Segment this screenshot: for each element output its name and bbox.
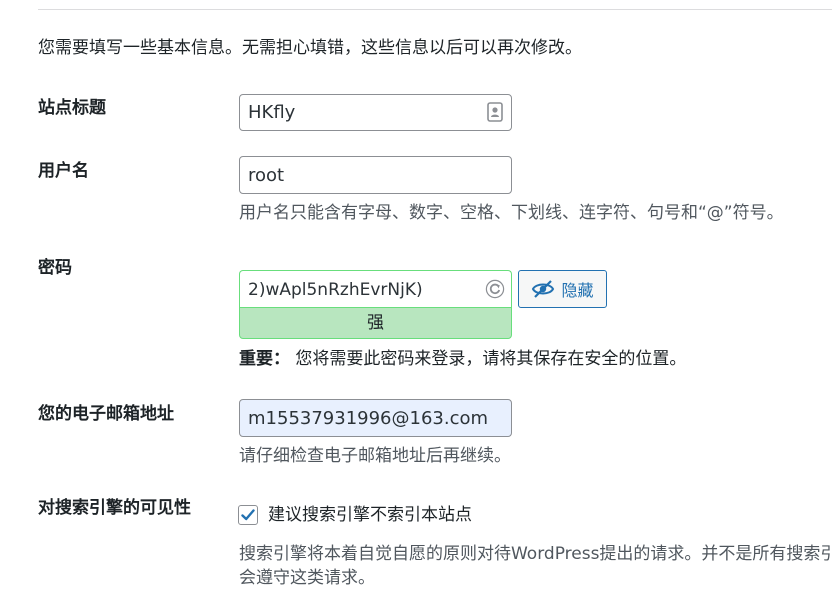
search-visibility-checkbox[interactable] [238,505,258,525]
username-input[interactable] [239,156,512,194]
email-label: 您的电子邮箱地址 [38,404,174,424]
top-divider [38,9,832,10]
password-input[interactable] [239,270,512,308]
hide-password-button[interactable]: 隐藏 [518,270,607,308]
email-description: 请仔细检查电子邮箱地址后再继续。 [239,446,511,466]
email-input[interactable] [239,399,512,437]
password-label: 密码 [38,258,72,278]
search-visibility-description-line1: 搜索引擎将本着自觉自愿的原则对待WordPress提出的请求。并不是所有搜索引 [239,544,832,564]
search-visibility-description-line2: 会遵守这类请求。 [239,568,375,588]
search-visibility-checkbox-label[interactable]: 建议搜索引擎不索引本站点 [268,503,472,527]
username-description: 用户名只能含有字母、数字、空格、下划线、连字符、句号和“@”符号。 [239,203,784,223]
important-text: 您将需要此密码来登录，请将其保存在安全的位置。 [295,349,687,369]
checkmark-icon [241,509,255,521]
password-strength-meter: 强 [239,307,512,339]
site-title-input[interactable] [239,94,512,131]
refresh-icon[interactable] [484,278,506,300]
intro-text: 您需要填写一些基本信息。无需担心填错，这些信息以后可以再次修改。 [38,38,582,58]
password-important-note: 重要： 您将需要此密码来登录，请将其保存在安全的位置。 [239,347,686,371]
search-visibility-label: 对搜索引擎的可见性 [38,498,191,518]
important-label: 重要： [239,349,290,369]
hide-password-label: 隐藏 [561,281,594,300]
username-label: 用户名 [38,161,89,181]
eye-slash-icon [531,279,555,299]
contact-card-icon[interactable] [484,101,506,123]
site-title-label: 站点标题 [38,98,106,118]
